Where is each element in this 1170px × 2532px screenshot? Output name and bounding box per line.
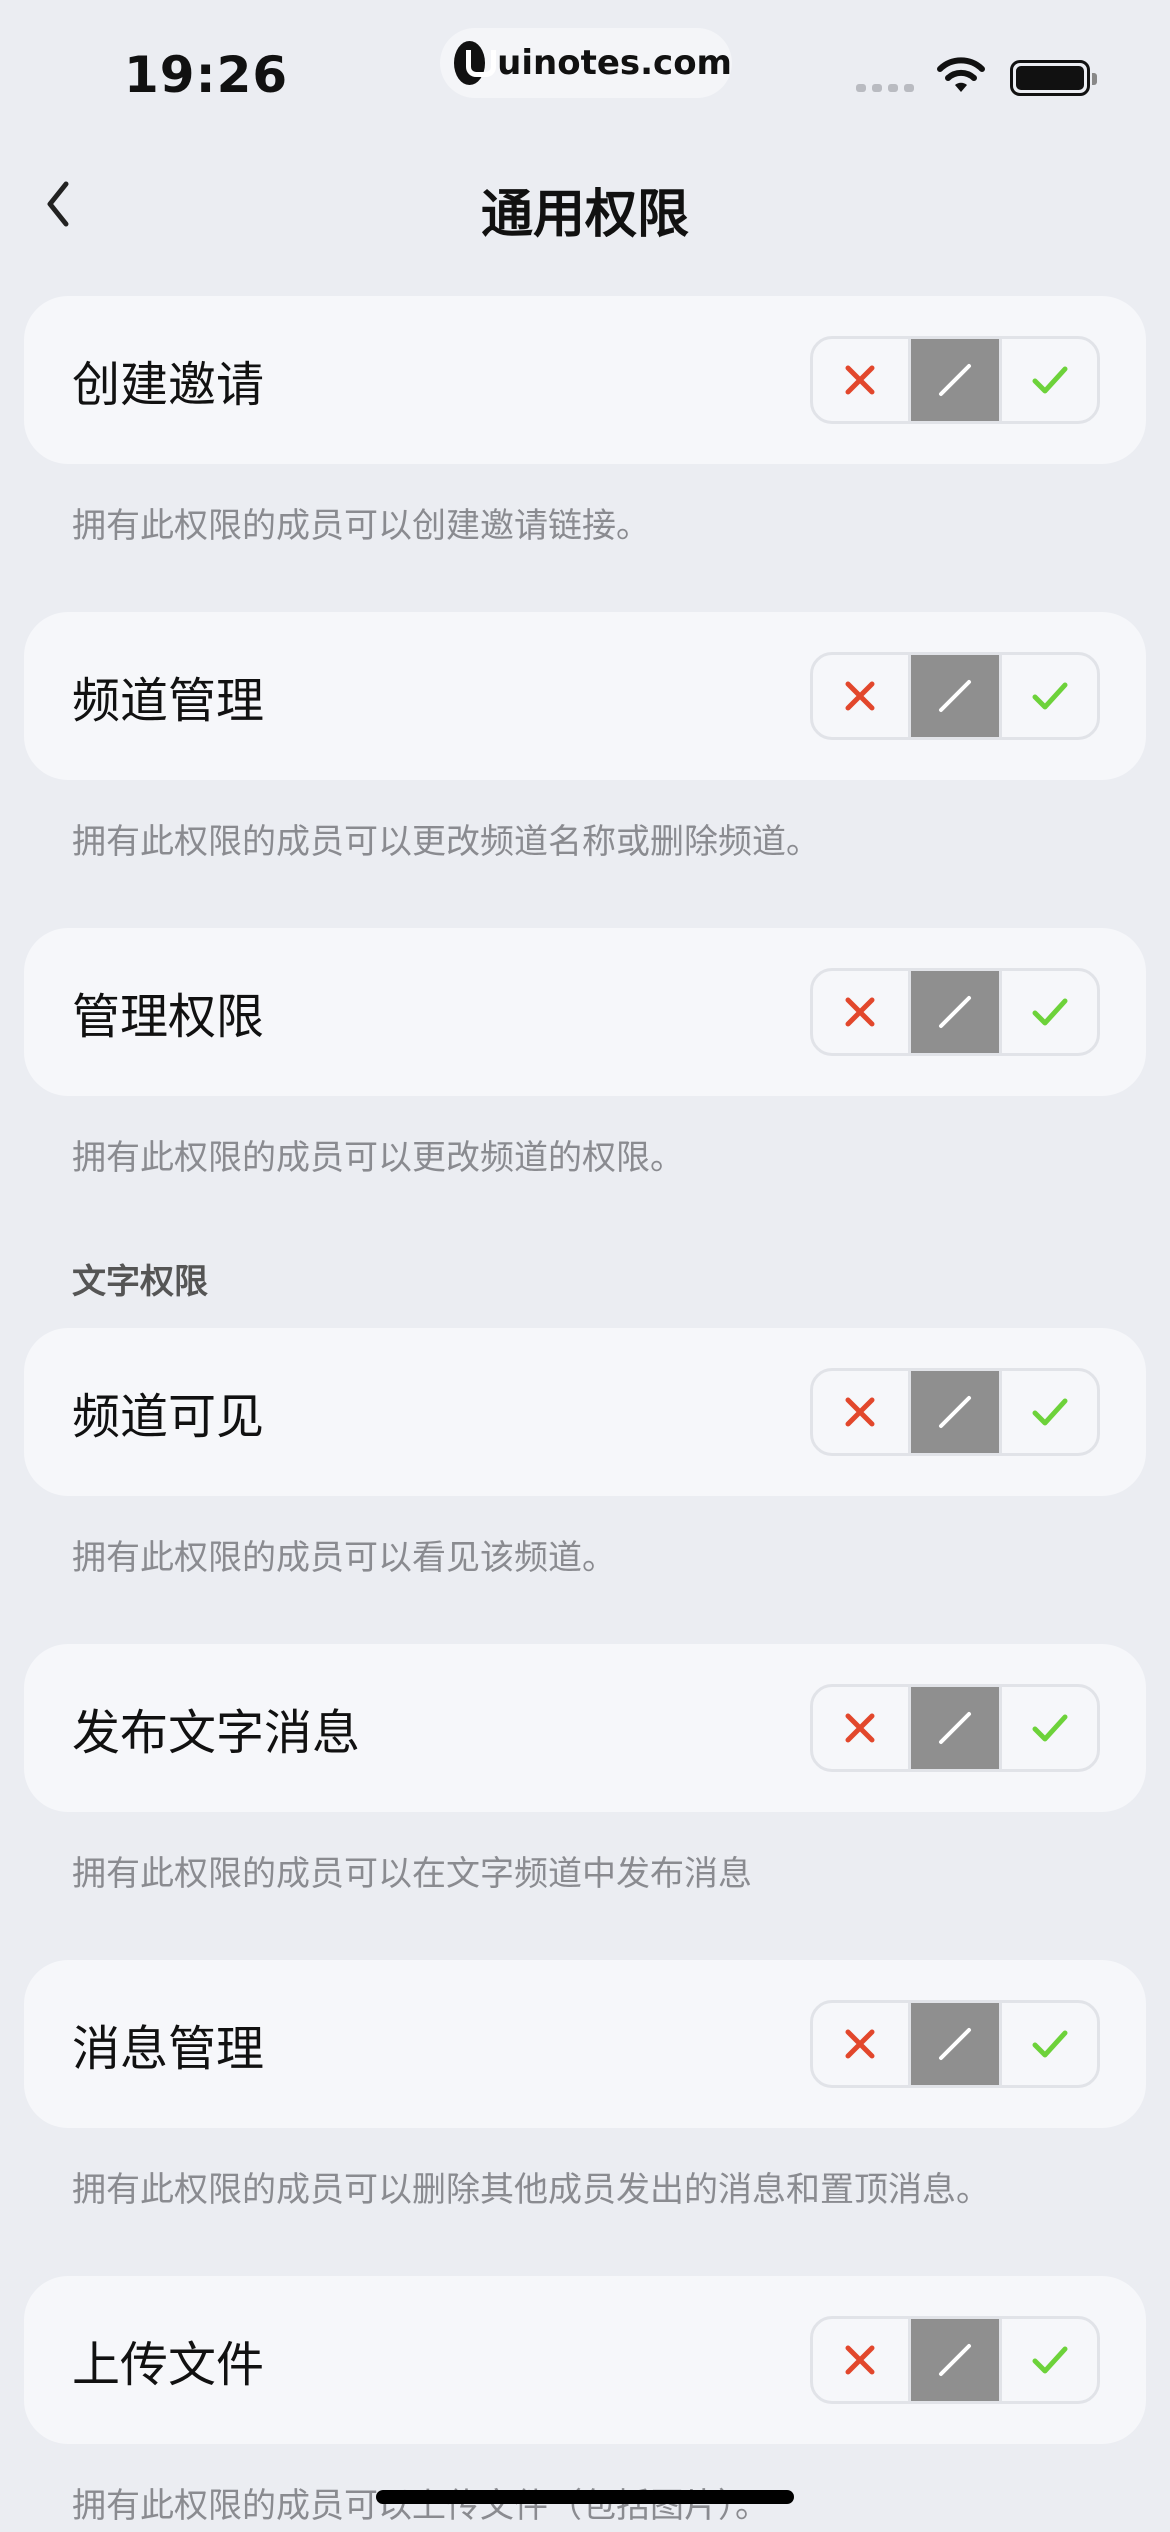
battery-icon: [1010, 60, 1097, 96]
check-icon: [1032, 682, 1068, 710]
permission-toggle: [810, 2316, 1100, 2404]
permission-toggle: [810, 1684, 1100, 1772]
permission-title: 上传文件: [72, 2337, 265, 2393]
check-icon: [1032, 998, 1068, 1026]
x-icon: [845, 997, 875, 1027]
check-icon: [1032, 1714, 1068, 1742]
permission-toggle: [810, 336, 1100, 424]
permission-description: 拥有此权限的成员可以创建邀请链接。: [72, 506, 650, 546]
permission-title: 创建邀请: [72, 357, 265, 413]
neutral-option[interactable]: [907, 2319, 1003, 2401]
slash-icon: [939, 2344, 971, 2376]
wifi-icon: [937, 57, 985, 92]
permission-title: 发布文字消息: [72, 1705, 361, 1761]
neutral-option[interactable]: [907, 655, 1003, 737]
permission-title: 频道管理: [72, 673, 265, 729]
permission-title: 频道可见: [72, 1389, 265, 1445]
allow-option[interactable]: [1002, 2319, 1097, 2401]
deny-option[interactable]: [813, 2003, 908, 2085]
neutral-option[interactable]: [907, 1371, 1003, 1453]
x-icon: [845, 365, 875, 395]
watermark: uinotes.com: [440, 28, 732, 98]
check-icon: [1032, 2346, 1068, 2374]
x-icon: [845, 1713, 875, 1743]
x-icon: [845, 1397, 875, 1427]
permission-card: 管理权限: [24, 928, 1146, 1096]
permission-description: 拥有此权限的成员可以在文字频道中发布消息: [72, 1854, 752, 1894]
deny-option[interactable]: [813, 1687, 908, 1769]
watermark-text: uinotes.com: [497, 43, 732, 83]
page-title: 通用权限: [480, 185, 689, 245]
x-icon: [845, 2029, 875, 2059]
allow-option[interactable]: [1002, 1687, 1097, 1769]
neutral-option[interactable]: [907, 339, 1003, 421]
permission-toggle: [810, 2000, 1100, 2088]
allow-option[interactable]: [1002, 339, 1097, 421]
deny-option[interactable]: [813, 1371, 908, 1453]
permission-card: 消息管理: [24, 1960, 1146, 2128]
check-icon: [1032, 2030, 1068, 2058]
permission-toggle: [810, 968, 1100, 1056]
x-icon: [845, 681, 875, 711]
permission-description: 拥有此权限的成员可以更改频道的权限。: [72, 1138, 684, 1178]
permission-description: 拥有此权限的成员可以看见该频道。: [72, 1538, 616, 1578]
slash-icon: [939, 364, 971, 396]
permission-toggle: [810, 1368, 1100, 1456]
deny-option[interactable]: [813, 2319, 908, 2401]
check-icon: [1032, 1398, 1068, 1426]
slash-icon: [939, 1712, 971, 1744]
permission-card: 创建邀请: [24, 296, 1146, 464]
permission-description: 拥有此权限的成员可以删除其他成员发出的消息和置顶消息。: [72, 2170, 990, 2210]
neutral-option[interactable]: [907, 2003, 1003, 2085]
neutral-option[interactable]: [907, 1687, 1003, 1769]
check-icon: [1032, 366, 1068, 394]
permission-card: 频道可见: [24, 1328, 1146, 1496]
nav-bar: 通用权限: [0, 150, 1170, 260]
status-time: 19:26: [124, 46, 289, 104]
watermark-logo-icon: [454, 41, 497, 85]
deny-option[interactable]: [813, 655, 908, 737]
x-icon: [845, 2345, 875, 2375]
allow-option[interactable]: [1002, 971, 1097, 1053]
permission-toggle: [810, 652, 1100, 740]
slash-icon: [939, 680, 971, 712]
cellular-signal-icon: [856, 84, 914, 92]
permission-title: 管理权限: [72, 989, 265, 1045]
slash-icon: [939, 2028, 971, 2060]
allow-option[interactable]: [1002, 2003, 1097, 2085]
neutral-option[interactable]: [907, 971, 1003, 1053]
permission-card: 上传文件: [24, 2276, 1146, 2444]
slash-icon: [939, 996, 971, 1028]
deny-option[interactable]: [813, 971, 908, 1053]
permission-description: 拥有此权限的成员可以更改频道名称或删除频道。: [72, 822, 820, 862]
deny-option[interactable]: [813, 339, 908, 421]
home-indicator[interactable]: [376, 2490, 794, 2504]
permission-card: 频道管理: [24, 612, 1146, 780]
allow-option[interactable]: [1002, 655, 1097, 737]
permission-card: 发布文字消息: [24, 1644, 1146, 1812]
slash-icon: [939, 1396, 971, 1428]
permission-title: 消息管理: [72, 2021, 265, 2077]
allow-option[interactable]: [1002, 1371, 1097, 1453]
status-bar: 19:26 uinotes.com: [0, 0, 1170, 140]
section-header-text: 文字权限: [72, 1262, 208, 1302]
